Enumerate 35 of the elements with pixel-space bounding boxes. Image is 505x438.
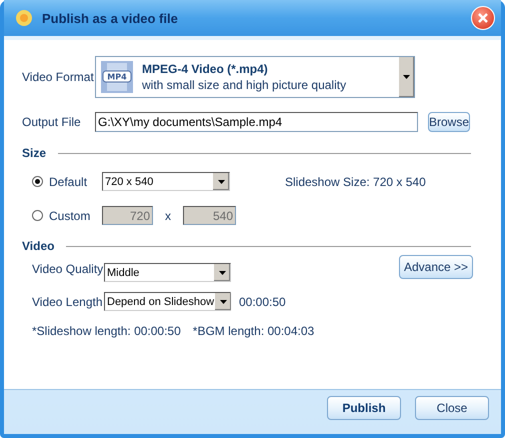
caret-icon (403, 75, 410, 79)
radio-label: Custom (49, 208, 90, 222)
close-dialog-button[interactable]: Close (415, 396, 489, 420)
field-label: Video Quality (32, 262, 104, 276)
output-file-field[interactable]: G:\XY\my documents\Sample.mp4 (95, 112, 418, 132)
slideshow-size-text: Slideshow Size: 720 x 540 (285, 174, 426, 188)
format-description: with small size and high picture quality (142, 78, 348, 92)
section-title: Size (22, 146, 46, 160)
radio-label: Default (49, 174, 88, 188)
format-name: MPEG-4 Video (*.mp4) (142, 62, 269, 76)
film-icon: MP4 (100, 60, 134, 94)
close-button[interactable] (471, 6, 495, 30)
field-label: Video Length (32, 294, 104, 308)
publish-button[interactable]: Publish (327, 396, 401, 420)
bgm-length-text: *BGM length: 00:04:03 (192, 324, 314, 338)
slideshow-length-text: *Slideshow length: 00:00:50 (32, 324, 181, 338)
quality-dropdown[interactable]: Middle (104, 263, 231, 282)
caret-icon (220, 300, 227, 304)
window-title: Publish as a video file (42, 10, 179, 26)
app-icon (14, 8, 34, 28)
length-time: 00:00:50 (239, 294, 286, 308)
format-dropdown[interactable]: MP4 MPEG-4 Video (*.mp4) with small size and high picture quality (95, 56, 415, 98)
radio-button[interactable] (32, 176, 43, 187)
section-title: Video (22, 239, 54, 253)
field-label: Video Format (22, 70, 95, 84)
field-label: Output File (22, 115, 82, 129)
close-icon (478, 13, 488, 23)
length-dropdown[interactable]: Depend on Slideshow (104, 292, 231, 311)
times-sign: x (165, 208, 171, 222)
caret-icon (218, 270, 226, 274)
advance-button[interactable]: Advance >> (399, 255, 473, 279)
radio-button[interactable] (32, 210, 43, 221)
browse-button[interactable]: Browse (428, 112, 470, 132)
caret-icon (218, 180, 224, 184)
size-dropdown[interactable]: 720 x 540 (102, 172, 230, 191)
